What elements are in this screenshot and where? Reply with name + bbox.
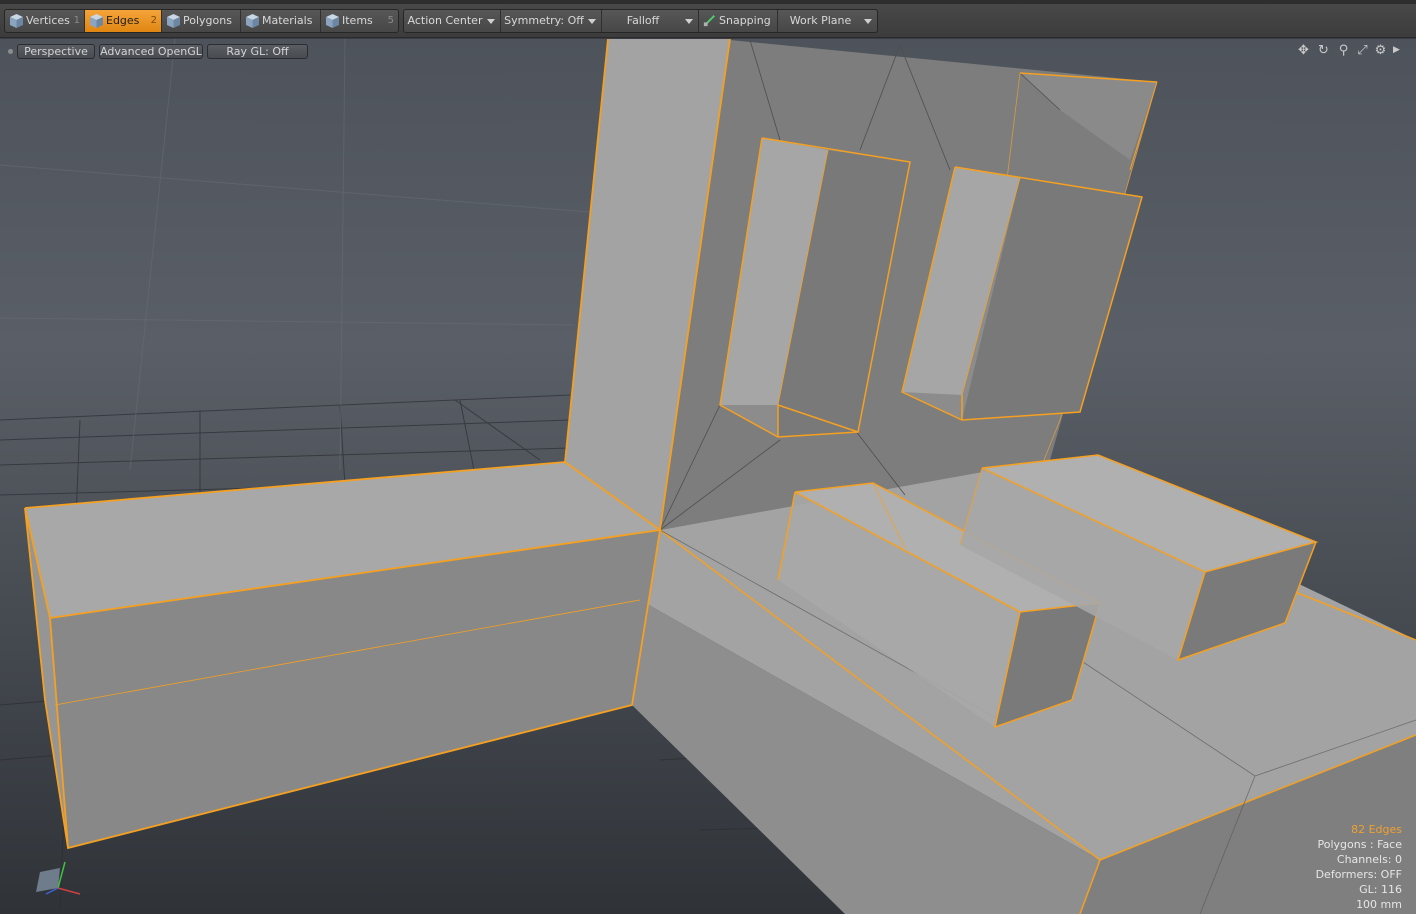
- falloff-label: Falloff: [626, 14, 660, 27]
- items-mode-key: 5: [387, 15, 394, 26]
- expand-arrow-icon[interactable]: ▶: [1389, 43, 1404, 58]
- edges-mode-label: Edges: [106, 14, 140, 27]
- channels-count: Channels: 0: [1336, 853, 1402, 866]
- polygons-type: Polygons : Face: [1317, 838, 1402, 851]
- rotate-icon[interactable]: ↻: [1316, 43, 1331, 58]
- raygl-toggle-button[interactable]: Ray GL: Off: [207, 44, 308, 59]
- polygons-cube-icon: [167, 14, 180, 28]
- gl-count: GL: 116: [1359, 883, 1402, 896]
- work-plane-dropdown[interactable]: Work Plane: [778, 10, 877, 32]
- pan-move-icon[interactable]: ✥: [1296, 43, 1311, 58]
- snapping-label: Snapping: [719, 14, 771, 27]
- deformers-state: Deformers: OFF: [1315, 868, 1402, 881]
- work-plane-chevron-down-icon: [864, 19, 872, 24]
- vertices-mode-key: 1: [73, 15, 80, 26]
- edges-mode-button[interactable]: Edges 2: [85, 10, 162, 32]
- items-mode-button[interactable]: Items 5: [321, 10, 398, 32]
- edges-cube-icon: [90, 14, 103, 28]
- polygons-mode-button[interactable]: Polygons: [162, 10, 241, 32]
- view-perspective-button[interactable]: Perspective: [17, 44, 95, 59]
- 3d-viewport[interactable]: Perspective Advanced OpenGL Ray GL: Off …: [0, 39, 1416, 914]
- zoom-magnifier-icon[interactable]: ⚲: [1336, 43, 1351, 58]
- items-cube-icon: [326, 14, 339, 28]
- shading-mode-button[interactable]: Advanced OpenGL: [99, 44, 203, 59]
- viewport-menu-dot[interactable]: [8, 49, 13, 54]
- polygons-mode-label: Polygons: [183, 14, 232, 27]
- axis-gizmo-icon: [36, 861, 81, 895]
- background-guide-lines: [0, 39, 591, 471]
- grid-unit: 100 mm: [1356, 898, 1402, 911]
- viewport-stats: 82 Edges Polygons : Face Channels: 0 Def…: [1316, 822, 1402, 912]
- snapping-button[interactable]: Snapping: [699, 10, 778, 32]
- action-center-label: Action Center: [407, 14, 483, 27]
- materials-mode-button[interactable]: Materials: [241, 10, 321, 32]
- main-toolbar: Vertices 1 Edges 2 Polygons Materials It…: [0, 0, 1416, 38]
- falloff-dropdown[interactable]: Falloff: [602, 10, 699, 32]
- falloff-chevron-down-icon: [685, 19, 693, 24]
- view-perspective-label: Perspective: [24, 45, 88, 58]
- shading-mode-label: Advanced OpenGL: [100, 45, 202, 58]
- settings-gear-icon[interactable]: ⚙: [1373, 43, 1388, 58]
- raygl-label: Ray GL: Off: [226, 45, 289, 58]
- vertices-mode-label: Vertices: [26, 14, 70, 27]
- snapping-magnet-icon: [703, 14, 716, 27]
- action-center-chevron-down-icon: [487, 19, 495, 24]
- vertices-mode-button[interactable]: Vertices 1: [5, 10, 85, 32]
- work-plane-label: Work Plane: [789, 14, 852, 27]
- materials-cube-icon: [246, 14, 259, 28]
- horizontal-beam: [24, 461, 663, 850]
- items-mode-label: Items: [342, 14, 373, 27]
- action-center-dropdown[interactable]: Action Center: [404, 10, 501, 32]
- tool-options-group: Action Center Symmetry: Off Falloff Snap…: [403, 9, 878, 33]
- selection-count: 82 Edges: [1351, 823, 1402, 836]
- symmetry-dropdown[interactable]: Symmetry: Off: [501, 10, 602, 32]
- symmetry-chevron-down-icon: [588, 19, 596, 24]
- symmetry-label: Symmetry: Off: [504, 14, 584, 27]
- maximize-icon[interactable]: ⤢: [1355, 43, 1370, 58]
- scene-render[interactable]: [0, 39, 1416, 914]
- materials-mode-label: Materials: [262, 14, 313, 27]
- vertices-cube-icon: [10, 14, 23, 28]
- toolbar-top-strip: [0, 0, 1416, 4]
- selection-mode-group: Vertices 1 Edges 2 Polygons Materials It…: [4, 9, 399, 33]
- edges-mode-key: 2: [150, 15, 157, 26]
